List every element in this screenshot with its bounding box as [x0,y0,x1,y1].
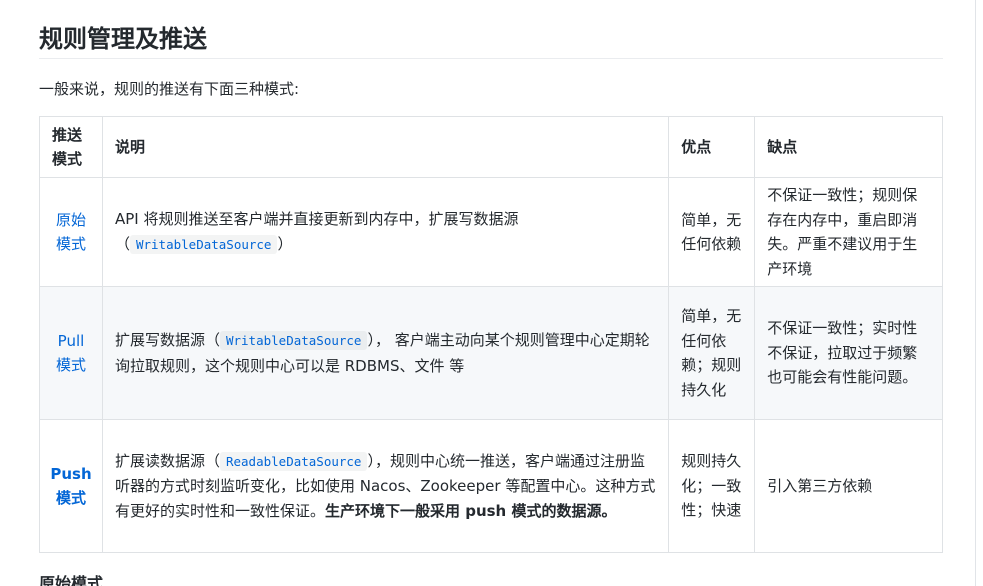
mode-cell[interactable]: Push 模式 [39,419,103,553]
cons-cell: 不保证一致性；规则保存在内存中，重启即消失。严重不建议用于生产环境 [754,177,943,287]
code-readable-datasource: ReadableDataSource [219,451,368,471]
description-text: 扩展写数据源（ [114,331,220,349]
cons-cell: 引入第三方依赖 [754,419,943,553]
description-text-after: ） [277,234,293,253]
table-row: Pull 模式 扩展写数据源（ WritableDataSource）， 客户端主… [39,286,943,420]
description-text: 扩展读数据源（ [114,451,220,470]
description-cell: 扩展读数据源（ ReadableDataSource ），规则中心统一推送，客户端通… [101,419,670,553]
cons-cell: 不保证一致性；实时性不保证，拉取过于频繁也可能会有性能问题。 [754,286,943,420]
mode-link-line2[interactable]: 模式 [46,486,96,511]
intro-paragraph: 一般来说，规则的推送有下面三种模式: [39,80,300,98]
header-description: 说明 [101,116,670,178]
next-section-heading: 原始模式 [39,574,104,586]
pros-cell: 简单，无任何依赖 [668,177,756,287]
description-cell: API 将规则推送至客户端并直接更新到内存中，扩展写数据源（ WritableDa… [101,177,670,287]
article-content: 规则管理及推送 一般来说，规则的推送有下面三种模式: 推送模式 说明 优点 缺点… [39,0,943,553]
table-row: 原始 模式 API 将规则推送至客户端并直接更新到内存中，扩展写数据源（ Writ… [39,177,943,287]
code-writable-datasource: WritableDataSource [129,234,278,254]
page-right-border [975,0,976,586]
mode-link-line2[interactable]: 模式 [46,232,96,257]
pros-cell: 规则持久化；一致性；快速 [668,419,756,553]
table-row: Push 模式 扩展读数据源（ ReadableDataSource ），规则中心统… [39,419,943,553]
description-cell: 扩展写数据源（ WritableDataSource）， 客户端主动向某个规则管理… [101,286,670,420]
mode-link-line1[interactable]: 原始 [46,208,96,233]
section-heading: 规则管理及推送 [39,0,943,59]
description-bold-text: 生产环境下一般采用 push 模式的数据源。 [324,501,617,520]
table-header-row: 推送模式 说明 优点 缺点 [39,116,943,178]
header-mode: 推送模式 [39,116,103,178]
header-pros: 优点 [668,116,756,178]
mode-cell[interactable]: 原始 模式 [39,177,103,287]
push-mode-table: 推送模式 说明 优点 缺点 原始 模式 API 将规则推送至客户端并直接更新到内… [39,116,943,553]
mode-link-line2[interactable]: 模式 [46,353,96,378]
header-cons: 缺点 [754,116,943,178]
mode-link-line1[interactable]: Pull [46,329,96,354]
mode-link-line1[interactable]: Push [46,462,96,487]
pros-cell: 简单，无任何依赖；规则持久化 [668,286,756,420]
mode-cell[interactable]: Pull 模式 [39,286,103,420]
code-writable-datasource: WritableDataSource [219,331,368,350]
